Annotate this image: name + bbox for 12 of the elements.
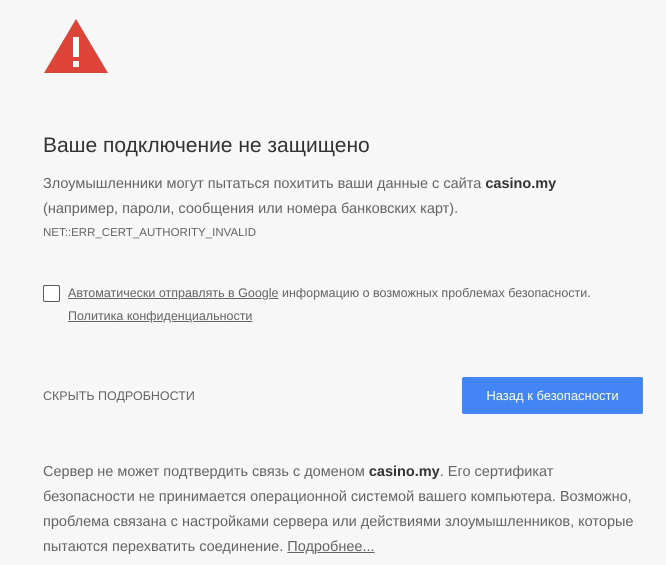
report-link[interactable]: Автоматически отправлять в Google (68, 286, 278, 300)
page-title: Ваше подключение не защищено (43, 134, 371, 158)
hide-details-button[interactable]: СКРЫТЬ ПОДРОБНОСТИ (43, 388, 195, 402)
learn-more-link[interactable]: Подробнее... (287, 539, 375, 555)
details-message: Сервер не может подтвердить связь с доменом casino.my. Его сертификат безопасности не принимается операционной системой вашего компьютера. Возможно, проблема связана с настройками сервера или действиями злоумышленников, которые пытаются перехватить соединение. Подробнее... (43, 463, 634, 557)
back-to-safety-button[interactable]: Назад к безопасности (462, 377, 643, 414)
warning-icon (43, 18, 109, 74)
error-code: NET::ERR_CERT_AUTHORITY_INVALID (43, 227, 258, 239)
report-checkbox[interactable] (43, 285, 60, 302)
report-label: Автоматически отправлять в Google информацию о возможных проблемах безопасности. (68, 285, 591, 302)
warning-message: Злоумышленники могут пытаться похитить ваши данные с сайта casino.my (например, пароли, сообщения или номера банковских карт). (43, 175, 558, 219)
privacy-link[interactable]: Политика конфиденциальности (68, 309, 252, 323)
